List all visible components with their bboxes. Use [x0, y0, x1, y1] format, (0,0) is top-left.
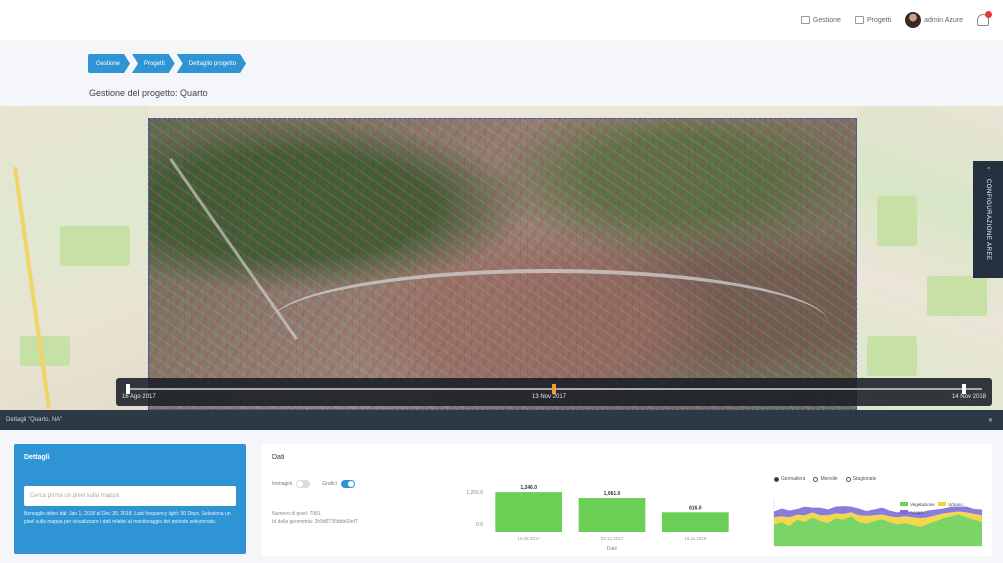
data-card: Dati Immagini Grafici Numero di pixel: 7…: [262, 444, 992, 556]
y-tick-label: 1,250.0: [466, 490, 483, 496]
details-description: Bersaglio attivo dal: Jan 1, 2018 al Dec…: [24, 511, 231, 525]
bar-chart: 1,250.0 0.0 1,246.0 10.08.2017 1,061.0 03.12.…: [466, 485, 729, 552]
timeline-start-label: 16 Ago 2017: [122, 394, 156, 400]
x-tick-label: 19.11.2018: [684, 536, 707, 541]
avatar: [905, 12, 922, 28]
map-view[interactable]: ‹ CONFIGURAZIONE AREE: [0, 106, 1003, 410]
details-title: Dettagli: [24, 454, 50, 461]
close-icon[interactable]: ✕: [988, 417, 993, 424]
stat-geometry-id: Id della geometria: 2b9d6735bbb60ef7: [272, 519, 358, 525]
config-areas-tab[interactable]: ‹ CONFIGURAZIONE AREE: [973, 161, 1003, 278]
chevron-left-icon: ‹: [985, 167, 991, 170]
timeline-current-handle[interactable]: [552, 384, 556, 394]
page-header: Gestione Progetti Dettaglio progetto Ges…: [0, 40, 1003, 106]
details-panel-title: Dettagli "Quarto, NA": [6, 417, 63, 423]
legend-series-label: Acqua: [910, 510, 923, 515]
folder-icon: [854, 16, 864, 24]
legend-swatch: [900, 502, 908, 506]
toggle-images[interactable]: [296, 480, 311, 488]
config-areas-label: CONFIGURAZIONE AREE: [985, 178, 991, 261]
timeline-mid-label: 13 Nov 2017: [532, 394, 567, 400]
legend-swatch: [900, 510, 908, 514]
nav-progetti[interactable]: Progetti: [854, 16, 892, 24]
bar: [578, 498, 646, 532]
data-title: Dati: [272, 454, 285, 461]
details-panel-bar: Dettagli "Quarto, NA" ✕: [0, 410, 1003, 430]
x-axis-label: Date: [607, 546, 618, 552]
bar: [662, 512, 729, 532]
aerial-imagery[interactable]: [148, 118, 857, 410]
bell-icon[interactable]: [977, 11, 992, 26]
top-bar: Gestione Progetti admin Azure: [0, 0, 1003, 40]
bar-data-label: 1,246.0: [520, 485, 537, 491]
timeline-end-label: 14 Nov 2018: [951, 394, 986, 400]
timeline-end-handle[interactable]: [962, 384, 966, 394]
cart-icon: [800, 16, 810, 24]
x-tick-label: 10.08.2017: [517, 536, 540, 541]
view-toggle: Immagini Grafici: [272, 480, 355, 488]
user-name: admin Azure: [924, 16, 963, 24]
breadcrumb: Gestione Progetti Dettaglio progetto: [88, 54, 248, 73]
legend-series-label: Vegetazione: [910, 502, 935, 507]
page-title: Gestione del progetto: Quarto: [89, 88, 208, 98]
breadcrumb-item-gestione[interactable]: Gestione: [88, 54, 130, 73]
bar-data-label: 1,061.0: [604, 491, 621, 497]
toggle-charts[interactable]: [340, 480, 355, 488]
nav-progetti-label: Progetti: [866, 16, 892, 24]
bottom-panel: Dettagli Cerca prima un pixel sulla mapp…: [0, 430, 1003, 563]
nav-gestione-label: Gestione: [812, 16, 841, 24]
stat-pixel-count: Numero di pixel: 7981: [272, 511, 321, 517]
toggle-charts-label: Grafici: [322, 481, 337, 487]
user-menu[interactable]: admin Azure: [905, 12, 963, 28]
timeline-start-handle[interactable]: [126, 384, 130, 394]
area-chart-container: Giornaliera Mensile Stagionale Vegetazio…: [750, 470, 986, 556]
timeline-slider[interactable]: 16 Ago 2017 13 Nov 2017 14 Nov 2018: [116, 378, 992, 406]
pixel-stats: Numero di pixel: 7981 Id della geometria…: [272, 510, 358, 526]
x-tick-label: 03.12.2017: [601, 536, 624, 541]
pixel-search-input[interactable]: Cerca prima un pixel sulla mappa: [24, 486, 236, 506]
details-card: Dettagli Cerca prima un pixel sulla mapp…: [14, 444, 246, 554]
legend-series-label: Urbano: [948, 502, 963, 507]
toggle-images-label: Immagini: [272, 481, 293, 487]
nav-gestione[interactable]: Gestione: [800, 16, 841, 24]
basemap-left: [0, 106, 148, 410]
breadcrumb-item-progetti[interactable]: Progetti: [132, 54, 175, 73]
bar-data-label: 616.0: [689, 505, 702, 511]
notification-badge: [985, 11, 992, 18]
bar: [495, 492, 562, 532]
legend-swatch: [938, 502, 946, 506]
breadcrumb-item-dettaglio[interactable]: Dettaglio progetto: [177, 54, 246, 73]
y-tick-label: 0.0: [476, 522, 483, 528]
area-chart: Vegetazione Urbano Acqua: [773, 498, 982, 547]
